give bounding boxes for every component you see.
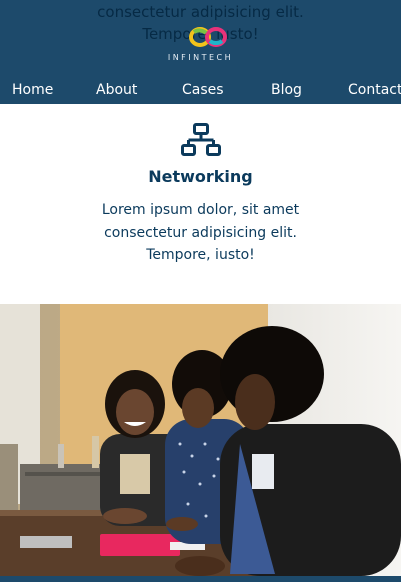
nav-item-contact[interactable]: Contact bbox=[348, 78, 401, 102]
team-meeting-photo bbox=[0, 304, 401, 576]
site-header: consectetur adipisicing elit. Tempore, i… bbox=[0, 0, 401, 104]
nav-item-home[interactable]: Home bbox=[12, 78, 53, 102]
service-description: Lorem ipsum dolor, sit amet consectetur … bbox=[0, 199, 401, 267]
service-description-line-3: Tempore, iusto! bbox=[146, 247, 255, 263]
nav-item-cases[interactable]: Cases bbox=[182, 78, 224, 102]
main-nav: Home About Cases Blog Contact bbox=[0, 78, 401, 102]
service-description-line-2: consectetur adipisicing elit. bbox=[104, 224, 297, 241]
nav-item-about[interactable]: About bbox=[96, 78, 137, 102]
service-networking: Networking Lorem ipsum dolor, sit amet c… bbox=[0, 104, 401, 304]
service-description-line-1: Lorem ipsum dolor, sit amet bbox=[101, 202, 300, 218]
network-icon bbox=[181, 123, 221, 156]
infinity-logo-icon[interactable] bbox=[188, 25, 228, 49]
logo-text: INFINTECH bbox=[167, 53, 234, 62]
header-overflow-text-1: consectetur adipisicing elit. bbox=[97, 3, 304, 21]
footer-bar bbox=[0, 576, 401, 582]
service-title: Networking bbox=[148, 167, 253, 186]
nav-item-blog[interactable]: Blog bbox=[271, 78, 302, 102]
